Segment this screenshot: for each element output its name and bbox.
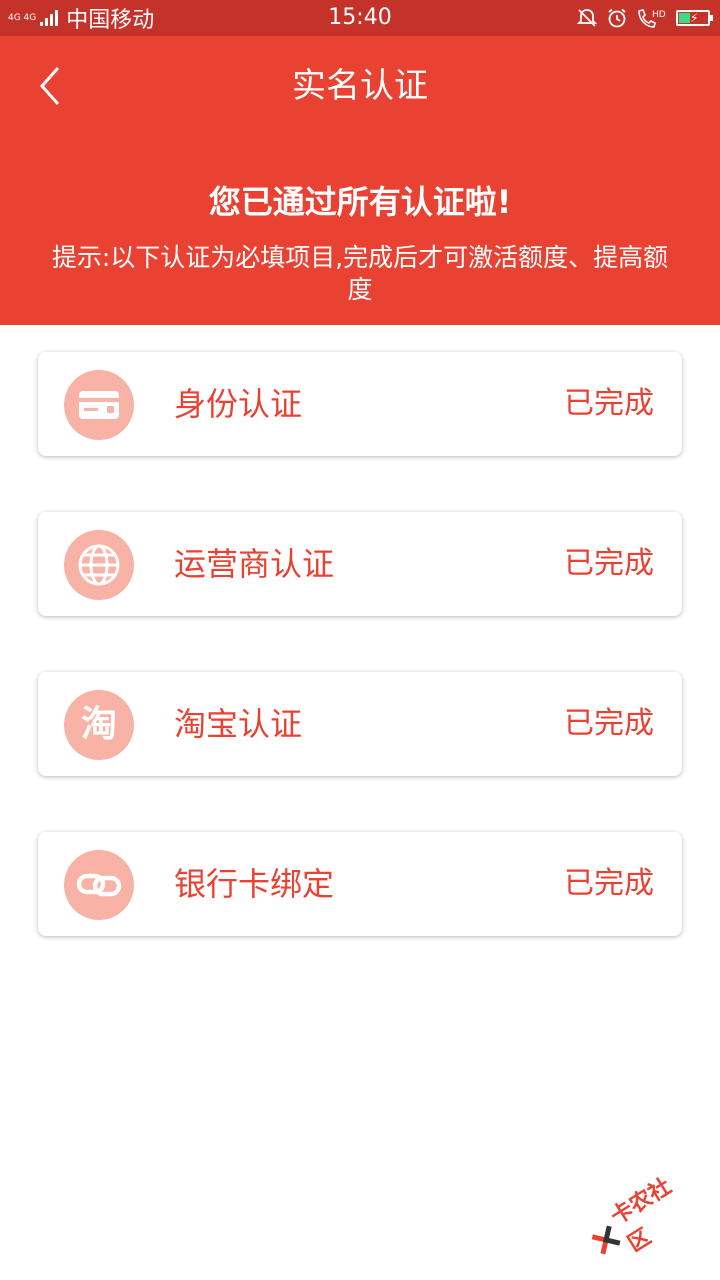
taobao-icon-char: 淘 (80, 704, 117, 745)
battery-icon: ⚡ (676, 10, 713, 26)
globe-icon (64, 530, 134, 600)
hd-call-icon: HD (638, 9, 666, 28)
taobao-verification-card[interactable]: 淘 淘宝认证 已完成 (38, 672, 682, 776)
carrier-verification-card[interactable]: 运营商认证 已完成 (38, 512, 682, 616)
item-label: 淘宝认证 (174, 705, 303, 743)
header-banner: 实名认证 您已通过所有认证啦! 提示:以下认证为必填项目,完成后才可激活额度、提… (0, 36, 720, 325)
bank-card-binding-card[interactable]: 银行卡绑定 已完成 (38, 832, 682, 936)
item-label: 银行卡绑定 (174, 865, 335, 903)
bell-muted-icon (576, 9, 598, 27)
status-bar-right: HD ⚡ (568, 0, 713, 36)
page-title: 实名认证 (292, 66, 428, 106)
success-message: 您已通过所有认证啦! (208, 183, 512, 221)
taobao-icon: 淘 (64, 690, 134, 760)
link-icon (64, 850, 134, 920)
item-label: 运营商认证 (174, 545, 335, 583)
status-bar: 4G 4G 中国移动 15:40 HD ⚡ (0, 0, 720, 36)
alarm-icon (608, 8, 626, 28)
id-card-icon (64, 370, 134, 440)
item-status: 已完成 (564, 866, 654, 901)
item-label: 身份认证 (174, 385, 303, 423)
item-status: 已完成 (564, 386, 654, 421)
watermark-logo: 卡农社区 (578, 1162, 704, 1274)
identity-verification-card[interactable]: 身份认证 已完成 (38, 352, 682, 456)
item-status: 已完成 (564, 546, 654, 581)
tip-text: 提示:以下认证为必填项目,完成后才可激活额度、提高额度 (51, 243, 669, 304)
item-status: 已完成 (564, 706, 654, 741)
hd-label: HD (652, 10, 666, 20)
